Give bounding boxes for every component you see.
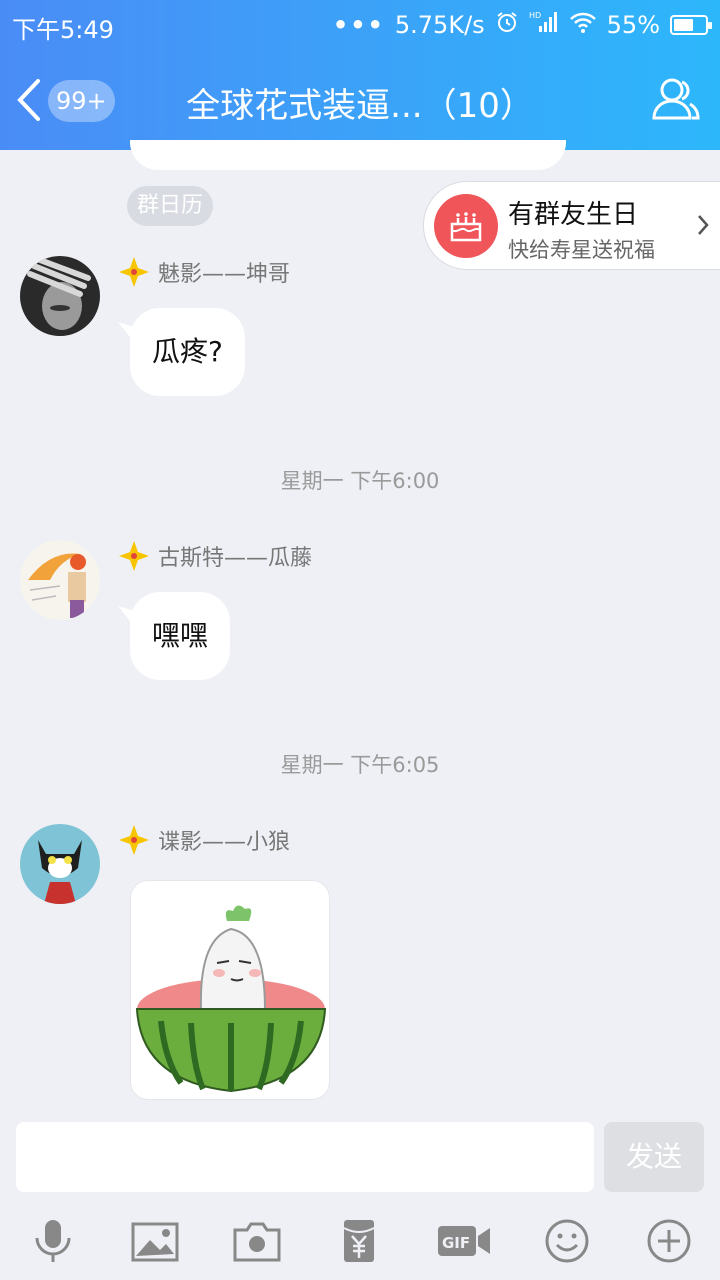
emoji-icon bbox=[545, 1219, 589, 1263]
status-bar: 下午5:49 ••• 5.75K/s HD 55% bbox=[0, 0, 720, 52]
sender-name[interactable]: 魅影——坤哥 bbox=[158, 256, 290, 288]
message-bubble[interactable]: 嘿嘿 bbox=[130, 592, 231, 680]
sender-name[interactable]: 谍影——小狼 bbox=[158, 824, 290, 856]
sticker-message[interactable] bbox=[130, 880, 330, 1100]
status-time: 下午5:49 bbox=[12, 16, 114, 44]
more-button[interactable] bbox=[644, 1218, 694, 1264]
avatar[interactable] bbox=[20, 256, 100, 336]
battery-percent: 55% bbox=[606, 11, 660, 39]
camera-icon bbox=[233, 1222, 281, 1262]
message-sender-row: 谍影——小狼 bbox=[118, 824, 290, 856]
sender-name[interactable]: 古斯特——瓜藤 bbox=[158, 540, 312, 572]
mic-icon bbox=[35, 1220, 71, 1262]
chevron-right-icon bbox=[698, 215, 709, 235]
send-button[interactable]: 发送 bbox=[604, 1122, 704, 1192]
status-icons: ••• 5.75K/s HD 55% bbox=[332, 10, 712, 40]
group-rank-star-icon bbox=[119, 541, 149, 571]
avatar-image-icon bbox=[20, 540, 100, 620]
image-button[interactable] bbox=[130, 1218, 180, 1264]
message-sender-row: 魅影——坤哥 bbox=[118, 256, 290, 288]
net-speed: 5.75K/s bbox=[394, 11, 485, 39]
birthday-banner[interactable]: 有群友生日 快给寿星送祝福 bbox=[423, 181, 720, 270]
alarm-icon bbox=[495, 10, 519, 40]
group-members-icon bbox=[652, 78, 700, 120]
message-input[interactable] bbox=[16, 1122, 594, 1192]
message-bubble[interactable]: 瓜疼? bbox=[130, 308, 245, 396]
input-toolbar: GIF bbox=[0, 1204, 720, 1280]
emoji-button[interactable] bbox=[542, 1218, 592, 1264]
avatar[interactable] bbox=[20, 540, 100, 620]
image-icon bbox=[131, 1222, 179, 1262]
network-label: HD bbox=[529, 11, 541, 20]
group-rank-star-icon bbox=[119, 825, 149, 855]
avatar[interactable] bbox=[20, 824, 100, 904]
previous-message-bubble bbox=[130, 140, 566, 170]
back-button[interactable] bbox=[14, 77, 44, 123]
timestamp: 星期一 下午6:05 bbox=[280, 753, 440, 777]
battery-icon bbox=[670, 15, 712, 35]
chevron-left-icon bbox=[17, 79, 40, 121]
header: 下午5:49 ••• 5.75K/s HD 55% 99+ 全球花式装逼...（… bbox=[0, 0, 720, 150]
gif-icon: GIF bbox=[438, 1226, 490, 1256]
group-members-button[interactable] bbox=[650, 74, 702, 126]
svg-text:GIF: GIF bbox=[442, 1234, 470, 1252]
camera-button[interactable] bbox=[232, 1218, 282, 1264]
message-sender-row: 古斯特——瓜藤 bbox=[118, 540, 312, 572]
group-calendar-button[interactable]: 群日历 bbox=[127, 186, 214, 226]
wifi-icon bbox=[569, 11, 597, 39]
plus-icon bbox=[647, 1219, 691, 1263]
watermelon-radish-sticker-icon bbox=[135, 905, 327, 1093]
nav-bar: 99+ 全球花式装逼...（10） bbox=[0, 52, 720, 150]
birthday-cake-icon bbox=[434, 194, 498, 258]
more-dots-icon: ••• bbox=[332, 11, 385, 39]
red-envelope-button[interactable] bbox=[334, 1218, 384, 1264]
signal-icon: HD bbox=[529, 10, 559, 40]
group-rank-star-icon bbox=[119, 257, 149, 287]
birthday-title: 有群友生日 bbox=[508, 200, 639, 230]
unread-badge[interactable]: 99+ bbox=[48, 80, 115, 122]
timestamp: 星期一 下午6:00 bbox=[280, 469, 440, 493]
red-envelope-icon bbox=[343, 1220, 375, 1262]
birthday-subtitle: 快给寿星送祝福 bbox=[508, 238, 655, 262]
avatar-image-icon bbox=[20, 824, 100, 904]
gif-button[interactable]: GIF bbox=[436, 1218, 492, 1264]
avatar-image-icon bbox=[20, 256, 100, 336]
voice-button[interactable] bbox=[28, 1218, 78, 1264]
chat-title[interactable]: 全球花式装逼...（10） bbox=[140, 78, 580, 127]
composer: 发送 bbox=[0, 1110, 720, 1204]
